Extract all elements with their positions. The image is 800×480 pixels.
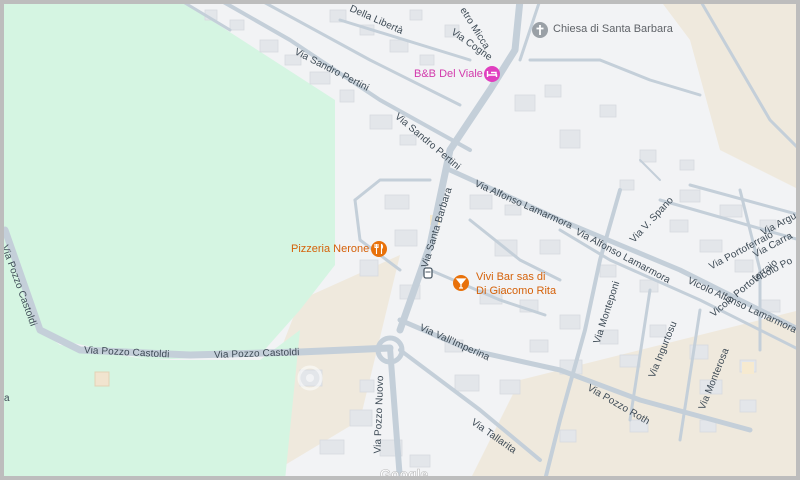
- poi-label-bar-line2[interactable]: Di Giacomo Rita: [476, 285, 556, 297]
- church-icon[interactable]: [532, 22, 548, 38]
- fork-knife-icon[interactable]: [371, 241, 387, 257]
- plot-square: [94, 371, 110, 387]
- bed-icon[interactable]: [484, 66, 500, 82]
- cocktail-icon[interactable]: [453, 275, 469, 291]
- bus-stop-icon: [423, 267, 433, 279]
- plot-square: [742, 362, 754, 374]
- poi-label-bar[interactable]: Vivi Bar sas di: [476, 271, 546, 283]
- map-view[interactable]: Google Della Libertà etro Micca Via Cogn…: [0, 0, 800, 480]
- poi-label-church[interactable]: Chiesa di Santa Barbara: [553, 23, 673, 35]
- map-canvas[interactable]: Google: [0, 0, 800, 480]
- poi-label-pizzeria[interactable]: Pizzeria Nerone: [291, 243, 369, 255]
- google-logo: Google: [380, 466, 429, 480]
- svg-text:Google: Google: [380, 466, 428, 480]
- poi-label-bnb[interactable]: B&B Del Viale: [414, 68, 483, 80]
- road-label-fragment: a: [4, 393, 10, 404]
